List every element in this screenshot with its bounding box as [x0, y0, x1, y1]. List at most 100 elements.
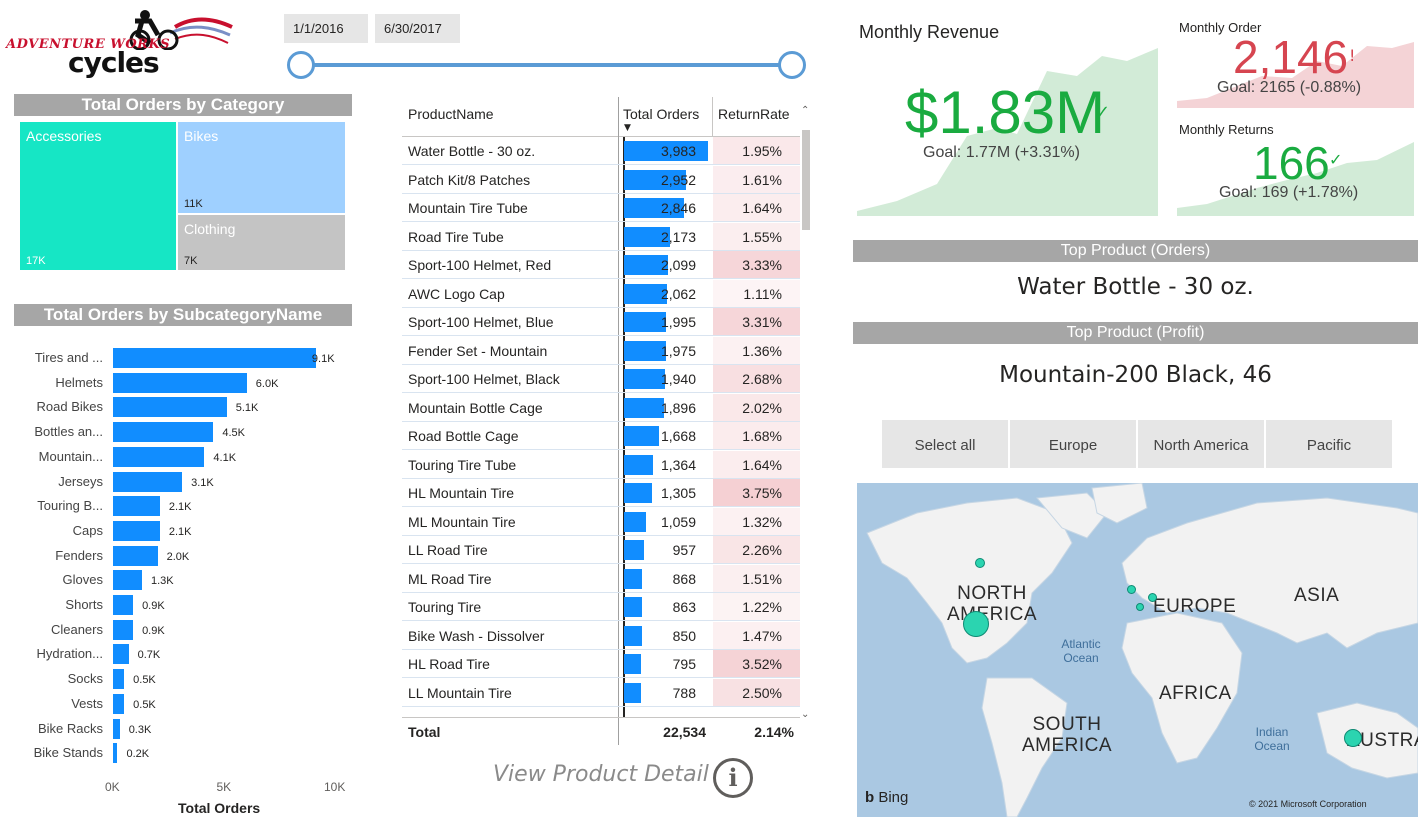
map-label-indian-ocean: Indian Ocean — [1254, 725, 1290, 753]
table-row[interactable]: Road Tire Tube 2,173 1.55% — [402, 222, 800, 251]
orders-data-bar — [624, 454, 653, 475]
table-row[interactable]: HL Mountain Tire 1,305 3.75% — [402, 479, 800, 507]
table-row[interactable]: Fender Set - Mountain 1,975 1.36% — [402, 336, 800, 365]
bar[interactable] — [113, 520, 160, 541]
table-row[interactable]: Road Bottle Cage 1,668 1.68% — [402, 422, 800, 450]
table-row[interactable]: LL Road Tire 957 2.26% — [402, 536, 800, 564]
header-total-orders[interactable]: Total Orders — [623, 106, 699, 122]
treemap-tile-bikes[interactable]: Bikes 11K — [178, 122, 345, 213]
bar[interactable] — [113, 644, 129, 665]
product-name-cell: LL Mountain Tire — [408, 684, 512, 701]
product-name-cell: Bike Wash - Dissolver — [408, 627, 545, 644]
view-product-detail-button[interactable]: View Product Detail i — [493, 758, 763, 798]
bar[interactable] — [113, 545, 158, 566]
returnrate-value: 1.64% — [742, 200, 782, 216]
top-product-orders-title: Top Product (Orders) — [853, 240, 1418, 262]
product-name-cell: Sport-100 Helmet, Black — [408, 371, 560, 387]
data-label: 1.3K — [150, 575, 174, 588]
treemap-tile-clothing[interactable]: Clothing 7K — [178, 215, 345, 270]
data-label: 0.3K — [128, 723, 152, 736]
returnrate-value: 1.64% — [742, 456, 782, 473]
bar[interactable] — [113, 446, 205, 467]
warning-icon: ! — [1349, 46, 1356, 65]
data-label: 4.5K — [222, 427, 245, 440]
map-bubble-france[interactable] — [1136, 603, 1144, 611]
region-europe-button[interactable]: Europe — [1010, 420, 1136, 468]
total-label: Total — [408, 724, 441, 740]
scroll-down-icon[interactable]: ⌄ — [801, 709, 809, 720]
header-returnrate[interactable]: ReturnRate — [718, 106, 790, 122]
bar[interactable] — [113, 348, 316, 368]
table-row[interactable]: LL Mountain Tire 788 2.50% — [402, 678, 800, 707]
bar[interactable] — [113, 619, 134, 640]
map-label-europe: EUROPE — [1153, 596, 1237, 617]
world-map-landmass — [866, 483, 1418, 817]
date-slider-start-handle[interactable] — [287, 51, 315, 79]
bar[interactable] — [113, 496, 160, 517]
map-attribution: © 2021 Microsoft Corporation — [1249, 799, 1367, 809]
table-row[interactable]: Bike Wash - Dissolver 850 1.47% — [402, 621, 800, 650]
bar[interactable] — [113, 595, 134, 615]
bar[interactable] — [113, 743, 118, 764]
bar[interactable] — [113, 669, 125, 690]
region-pacific-button[interactable]: Pacific — [1266, 420, 1392, 468]
bar[interactable] — [113, 372, 247, 393]
bar[interactable] — [113, 397, 227, 418]
orders-data-bar — [624, 625, 642, 646]
data-label: 0.9K — [142, 624, 165, 637]
data-label: 0.5K — [133, 674, 156, 687]
total-orders-cell: 2,846 — [660, 200, 696, 216]
scroll-up-icon[interactable]: ⌃ — [801, 105, 809, 116]
returnrate-value: 3.33% — [742, 257, 782, 273]
table-row[interactable]: HL Road Tire 795 3.52% — [402, 650, 800, 678]
category-label: Gloves — [62, 572, 103, 588]
subcategory-chart-title: Total Orders by SubcategoryName — [14, 304, 352, 326]
date-slider-end-handle[interactable] — [778, 51, 806, 79]
start-date-input[interactable]: 1/1/2016 — [284, 14, 368, 43]
world-map[interactable]: NORTH AMERICA EUROPE ASIA AFRICA SOUTH A… — [857, 483, 1418, 817]
date-range-slider-track[interactable] — [300, 63, 793, 67]
table-row[interactable]: ML Mountain Tire 1,059 1.32% — [402, 507, 800, 536]
region-north-america-button[interactable]: North America — [1138, 420, 1264, 468]
table-row[interactable]: Touring Tire Tube 1,364 1.64% — [402, 450, 800, 479]
returnrate-cell: 3.75% — [713, 479, 800, 506]
product-name-cell: ML Road Tire — [408, 570, 492, 587]
table-row[interactable]: Touring Tire 863 1.22% — [402, 593, 800, 621]
category-label: Road Bikes — [36, 399, 103, 415]
table-row[interactable]: AWC Logo Cap 2,062 1.11% — [402, 279, 800, 308]
kpi-revenue-value: $1.83M — [905, 79, 1106, 146]
map-bubble-canada[interactable] — [975, 558, 985, 568]
returnrate-cell: 1.64% — [713, 450, 800, 478]
table-row[interactable]: Sport-100 Helmet, Black 1,940 2.68% — [402, 365, 800, 393]
table-row[interactable]: Water Bottle - 30 oz. 3,983 1.95% — [402, 137, 800, 165]
total-orders-cell: 788 — [672, 684, 696, 701]
bar[interactable] — [113, 422, 214, 443]
category-label: Bike Racks — [37, 720, 103, 736]
table-scrollbar-thumb[interactable] — [802, 130, 810, 230]
bar[interactable] — [113, 471, 183, 492]
map-bubble-germany[interactable] — [1148, 593, 1157, 602]
bar[interactable] — [113, 718, 120, 739]
product-name-cell: AWC Logo Cap — [408, 285, 505, 302]
table-row[interactable]: Mountain Tire Tube 2,846 1.64% — [402, 194, 800, 222]
bar[interactable] — [113, 570, 142, 591]
treemap-tile-accessories[interactable]: Accessories 17K — [20, 122, 176, 270]
orders-data-bar — [624, 540, 645, 560]
map-bubble-united-kingdom[interactable] — [1127, 585, 1136, 594]
table-row[interactable]: Patch Kit/8 Patches 2,952 1.61% — [402, 165, 800, 194]
bar[interactable] — [113, 693, 125, 714]
table-row[interactable]: Sport-100 Helmet, Blue 1,995 3.31% — [402, 308, 800, 336]
map-bubble-united-states[interactable] — [963, 611, 989, 637]
end-date-input[interactable]: 6/30/2017 — [375, 14, 460, 43]
table-total-row: Total 22,534 2.14% — [402, 717, 800, 745]
region-select-all-button[interactable]: Select all — [882, 420, 1008, 468]
product-name-cell: Sport-100 Helmet, Red — [408, 257, 552, 273]
table-row[interactable]: Sport-100 Helmet, Red 2,099 3.33% — [402, 251, 800, 279]
kpi-returns-value: 166 — [1253, 137, 1330, 189]
map-bubble-australia[interactable] — [1344, 729, 1362, 747]
table-row[interactable]: Mountain Bottle Cage 1,896 2.02% — [402, 393, 800, 422]
returnrate-cell: 1.36% — [713, 336, 800, 364]
returnrate-cell: 1.55% — [713, 222, 800, 250]
header-productname[interactable]: ProductName — [408, 106, 494, 122]
table-row[interactable]: ML Road Tire 868 1.51% — [402, 564, 800, 593]
